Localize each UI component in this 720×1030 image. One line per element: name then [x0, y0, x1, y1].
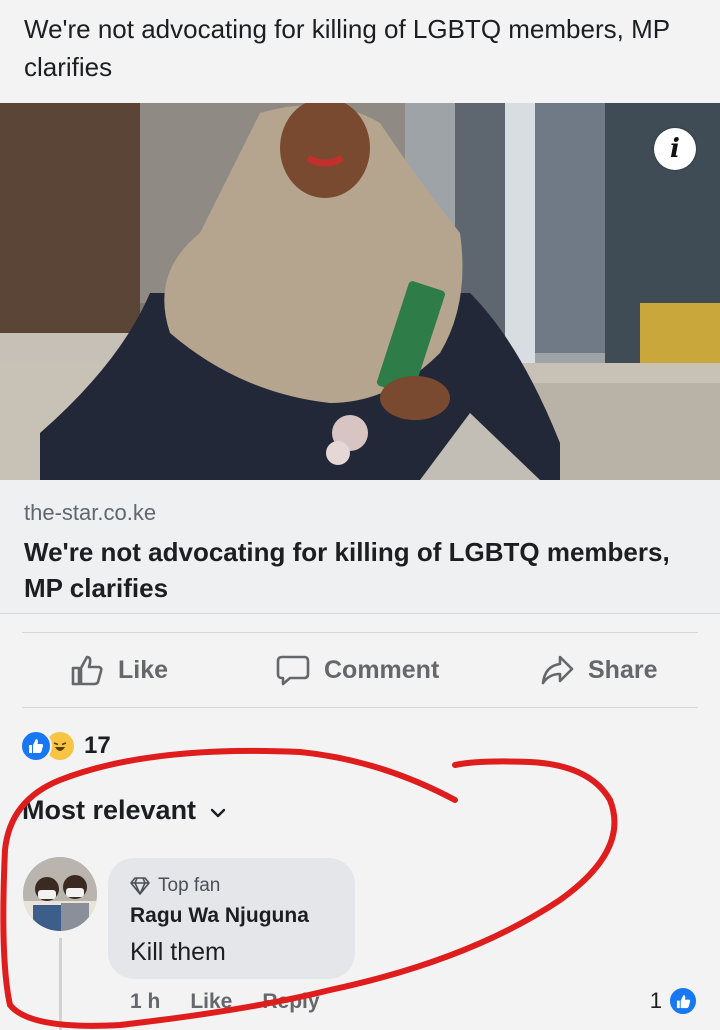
comment-bubble-icon — [276, 655, 310, 686]
comment-text: Kill them — [130, 938, 226, 966]
comment-bubble[interactable]: Top fan Ragu Wa Njuguna Kill them — [108, 858, 355, 979]
like-button[interactable]: Like — [70, 633, 168, 707]
avatar-photo — [23, 857, 97, 931]
share-label: Share — [588, 655, 658, 684]
comment-like-button[interactable]: Like — [190, 990, 232, 1014]
comment-like-count: 1 — [649, 988, 662, 1013]
post-text: We're not advocating for killing of LGBT… — [24, 14, 670, 82]
link-meta[interactable]: the-star.co.ke We're not advocating for … — [24, 498, 684, 606]
comments-sort-dropdown[interactable]: Most relevant — [22, 795, 226, 826]
comment-author[interactable]: Ragu Wa Njuguna — [130, 904, 309, 928]
comment-label: Comment — [324, 655, 440, 684]
post-actions-bar: Like Comment Share — [0, 633, 720, 707]
comment-reply-button[interactable]: Reply — [262, 990, 319, 1014]
actions-divider-bottom — [22, 707, 698, 708]
comment-like-reaction-icon — [668, 986, 698, 1016]
commenter-avatar[interactable] — [23, 857, 97, 931]
comment-meta-row: 1 h Like Reply — [130, 990, 350, 1014]
comment-button[interactable]: Comment — [276, 633, 439, 707]
top-fan-badge: Top fan — [130, 875, 220, 897]
info-icon-button[interactable]: i — [654, 128, 696, 170]
like-reaction-icon — [20, 730, 52, 762]
reaction-count: 17 — [84, 732, 111, 759]
chevron-down-icon — [210, 808, 226, 817]
reactions-summary[interactable]: 17 — [20, 730, 111, 762]
photo-illustration — [0, 103, 720, 480]
share-button[interactable]: Share — [540, 633, 657, 707]
thumbs-up-icon — [29, 739, 44, 753]
sort-label: Most relevant — [22, 795, 197, 825]
laughing-face-icon — [53, 742, 67, 751]
link-title[interactable]: We're not advocating for killing of LGBT… — [24, 534, 684, 606]
diamond-icon — [130, 877, 150, 895]
thumbs-up-icon — [71, 655, 103, 686]
comment-time: 1 h — [130, 990, 161, 1013]
comment-thread-line — [59, 938, 62, 1030]
badge-label: Top fan — [158, 875, 221, 896]
link-preview-image[interactable]: i — [0, 103, 720, 480]
like-label: Like — [118, 655, 169, 684]
comment-reactions[interactable]: 1 — [650, 986, 698, 1016]
share-arrow-icon — [541, 655, 574, 685]
link-preview-card[interactable]: i the-star.co.ke We're not advocating fo… — [0, 103, 720, 614]
thumbs-up-icon — [676, 994, 690, 1008]
link-domain: the-star.co.ke — [24, 500, 157, 525]
